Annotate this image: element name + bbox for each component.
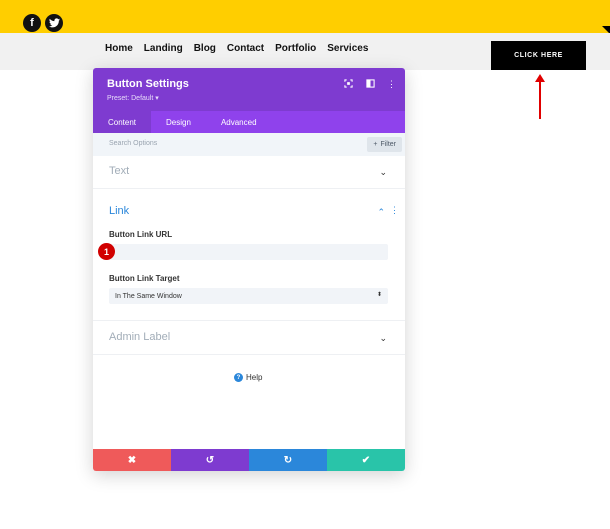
redo-icon: ↻ bbox=[283, 454, 293, 466]
redo-button[interactable]: ↻ bbox=[249, 449, 327, 471]
search-options-input[interactable]: Search Options bbox=[109, 140, 157, 147]
tab-bar: Content Design Advanced bbox=[93, 111, 405, 133]
section-text[interactable]: Text ⌄ bbox=[93, 156, 405, 189]
section-text-title: Text bbox=[109, 165, 130, 177]
undo-icon: ↺ bbox=[205, 454, 215, 466]
chevron-up-icon[interactable]: ⌃ bbox=[377, 207, 385, 218]
section-admin-label-title: Admin Label bbox=[109, 331, 171, 343]
filter-button[interactable]: + Filter bbox=[367, 137, 402, 152]
help-icon: ? bbox=[234, 373, 243, 382]
help-link[interactable]: ? Help bbox=[234, 373, 262, 382]
help-label: Help bbox=[246, 373, 263, 382]
nav-links: Home Landing Blog Contact Portfolio Serv… bbox=[105, 43, 368, 54]
plus-icon: + bbox=[373, 141, 378, 148]
nav-contact[interactable]: Contact bbox=[227, 43, 264, 54]
tab-design[interactable]: Design bbox=[151, 111, 206, 133]
nav-portfolio[interactable]: Portfolio bbox=[275, 43, 316, 54]
button-link-url-label: Button Link URL bbox=[109, 230, 173, 239]
button-link-target-label: Button Link Target bbox=[109, 274, 180, 283]
tab-advanced[interactable]: Advanced bbox=[206, 111, 272, 133]
columns-glyph-icon bbox=[366, 79, 375, 88]
cancel-button[interactable]: ✖ bbox=[93, 449, 171, 471]
expand-icon[interactable] bbox=[344, 79, 353, 90]
nav-blog[interactable]: Blog bbox=[194, 43, 216, 54]
chevron-down-icon[interactable]: ⌄ bbox=[379, 333, 387, 344]
top-bar bbox=[0, 0, 610, 33]
button-link-target-select[interactable]: In The Same Window ⬍ bbox=[109, 288, 388, 304]
select-arrows-icon: ⬍ bbox=[376, 292, 382, 298]
button-link-target-value: In The Same Window bbox=[115, 292, 182, 300]
undo-button[interactable]: ↺ bbox=[171, 449, 249, 471]
section-admin-label[interactable]: Admin Label ⌄ bbox=[93, 321, 405, 355]
expand-glyph-icon bbox=[344, 79, 353, 88]
modal-title: Button Settings bbox=[107, 78, 189, 90]
close-icon: ✖ bbox=[127, 454, 137, 466]
search-options-row[interactable]: Search Options + Filter bbox=[93, 133, 405, 156]
section-link-title[interactable]: Link bbox=[109, 205, 129, 217]
more-vertical-icon[interactable]: ⋮ bbox=[387, 79, 396, 90]
columns-icon[interactable] bbox=[366, 79, 375, 90]
filter-label: Filter bbox=[380, 141, 396, 148]
more-vertical-icon[interactable]: ⋮ bbox=[390, 205, 399, 216]
facebook-icon[interactable]: f bbox=[23, 14, 41, 32]
chevron-down-icon[interactable]: ⌄ bbox=[379, 167, 387, 178]
tab-content[interactable]: Content bbox=[93, 111, 152, 133]
checkmark-icon: ✔ bbox=[361, 454, 371, 466]
nav-landing[interactable]: Landing bbox=[144, 43, 183, 54]
nav-services[interactable]: Services bbox=[327, 43, 368, 54]
annotation-arrow-cta bbox=[535, 74, 545, 119]
annotation-badge: 1 bbox=[98, 243, 115, 260]
preset-selector[interactable]: Preset: Default ▾ bbox=[107, 94, 159, 102]
modal-header: Button Settings Preset: Default ▾ ⋮ bbox=[93, 68, 405, 111]
button-link-url-input[interactable] bbox=[109, 244, 388, 260]
click-here-button[interactable]: CLICK HERE bbox=[491, 41, 586, 70]
page: f Home Landing Blog Contact Portfolio Se… bbox=[0, 0, 610, 529]
nav-home[interactable]: Home bbox=[105, 43, 133, 54]
button-settings-modal: Button Settings Preset: Default ▾ ⋮ Cont… bbox=[93, 68, 405, 471]
save-button[interactable]: ✔ bbox=[327, 449, 405, 471]
twitter-bird-icon bbox=[48, 18, 60, 28]
modal-footer: ✖ ↺ ↻ ✔ bbox=[93, 449, 405, 471]
twitter-icon[interactable] bbox=[45, 14, 63, 32]
section-link: Link ⌃ ⋮ Button Link URL Button Link Tar… bbox=[93, 189, 405, 321]
